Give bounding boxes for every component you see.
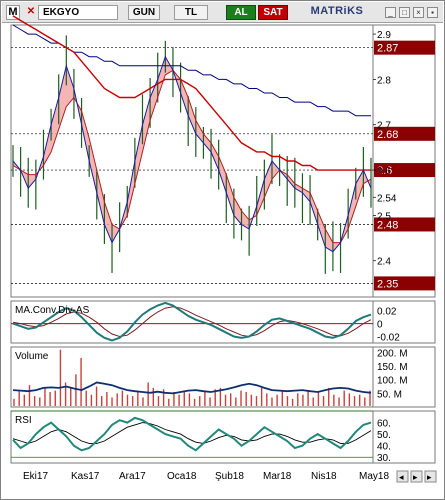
y-tick-label: 2.7 bbox=[377, 121, 391, 132]
x-tick-label: Ara17 bbox=[119, 471, 146, 482]
y-tick-label: 2.9 bbox=[377, 30, 391, 41]
y-tick-label: -0.02 bbox=[377, 333, 400, 344]
x-tick-label: Oca18 bbox=[167, 471, 197, 482]
x-tick-label: Nis18 bbox=[311, 471, 337, 482]
x-tick-label: Mar18 bbox=[263, 471, 292, 482]
chart-canvas[interactable]: 2.872.682.62.482.352.92.82.72.62.542.52.… bbox=[1, 1, 444, 499]
y-tick-label: 2.5 bbox=[377, 211, 391, 222]
y-tick-label: 0.02 bbox=[377, 307, 397, 318]
y-tick-label: 50. bbox=[377, 430, 391, 441]
x-tick-label: Şub18 bbox=[215, 471, 244, 482]
y-tick-label: 40. bbox=[377, 442, 391, 453]
rsi-panel-frame bbox=[10, 410, 374, 464]
y-tick-label: 30. bbox=[377, 453, 391, 464]
x-tick-label: May18 bbox=[359, 471, 389, 482]
y-tick-label: 200. M bbox=[377, 348, 408, 359]
scroll-right-icon: ▸ bbox=[413, 472, 418, 482]
x-tick-label: Eki17 bbox=[23, 471, 48, 482]
level-label: 2.87 bbox=[377, 43, 398, 55]
x-tick-label: Kas17 bbox=[71, 471, 100, 482]
scroll-end-icon: ▸ bbox=[427, 472, 432, 482]
y-tick-label: 2.8 bbox=[377, 75, 391, 86]
price-panel-frame bbox=[10, 24, 374, 298]
volume-title: Volume bbox=[15, 351, 49, 362]
y-tick-label: 0 bbox=[377, 320, 383, 331]
y-tick-label: 2.6 bbox=[377, 166, 391, 177]
chart-window: M ✕ EKGYO GUN TL AL SAT MATRiKS _ □ × ▪ … bbox=[0, 0, 445, 500]
y-tick-label: 50. M bbox=[377, 389, 402, 400]
scroll-left-icon: ◂ bbox=[399, 472, 404, 482]
y-tick-label: 2.54 bbox=[377, 193, 397, 204]
y-tick-label: 2.4 bbox=[377, 257, 391, 268]
rsi-title: RSI bbox=[15, 415, 32, 426]
y-tick-label: 150. M bbox=[377, 362, 408, 373]
y-tick-label: 100. M bbox=[377, 376, 408, 387]
macd-title: MA.Conv.Div-AS bbox=[15, 305, 90, 316]
y-tick-label: 60. bbox=[377, 419, 391, 430]
level-label: 2.35 bbox=[377, 278, 398, 290]
